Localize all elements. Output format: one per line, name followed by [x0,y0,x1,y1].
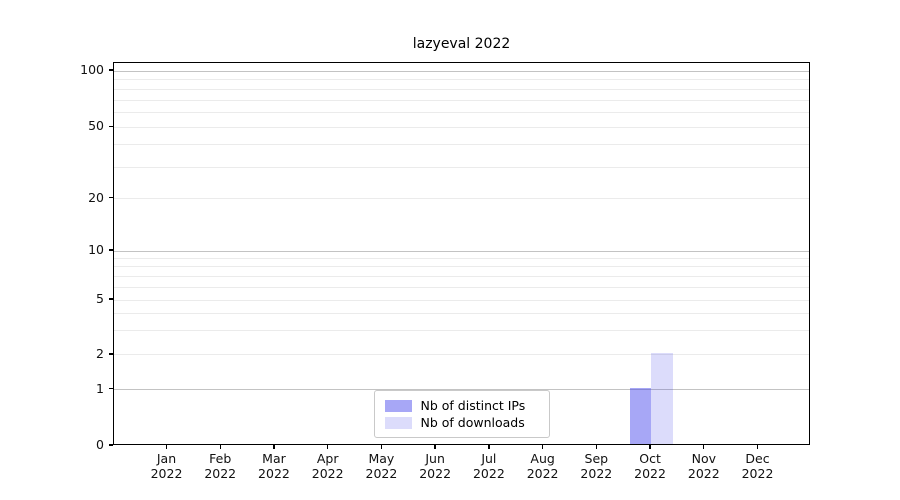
x-axis-tick-year: 2022 [526,466,559,481]
y-axis-tick-label: 5 [96,291,104,306]
x-axis-tick-mark [434,445,436,449]
y-gridline-minor [114,330,809,332]
y-axis-tick-mark [109,353,113,355]
x-axis-tick-mark [326,445,329,449]
legend-swatch-distinct-ips [384,399,412,412]
x-axis-tick-label: Dec 2022 [727,451,789,481]
x-axis-tick-mark [541,445,544,449]
y-gridline-minor [114,99,809,101]
x-axis-tick-label: Jul 2022 [458,451,520,481]
y-gridline [114,299,809,301]
x-axis-tick-year: 2022 [150,466,183,481]
x-axis-tick-year: 2022 [580,466,613,481]
x-axis-tick-year: 2022 [204,466,237,481]
y-gridline-minor [114,88,809,90]
x-axis-tick-mark [165,445,168,449]
y-axis-tick-mark [109,69,113,71]
y-axis-tick-label: 20 [88,189,104,205]
x-axis-tick-year: 2022 [311,466,344,481]
y-axis-tick-mark [109,298,113,300]
y-gridline [114,198,809,199]
y-axis-tick-label: 2 [96,345,104,361]
x-axis-tick-label: Oct 2022 [619,451,681,481]
plot-area [113,62,810,445]
y-gridline-minor [114,312,809,314]
x-axis-tick-label: Sep 2022 [565,451,627,481]
x-axis-tick-year: 2022 [258,466,290,481]
x-axis-tick-mark [756,445,759,449]
y-axis-tick-mark [109,196,113,199]
x-axis-tick-label: Feb 2022 [189,451,251,481]
y-gridline-minor [114,112,809,114]
x-axis-tick-year: 2022 [472,466,505,481]
y-axis-tick-label: 50 [88,118,104,134]
legend-entry: Nb of distinct IPs [384,398,539,413]
x-axis-tick-label: Aug 2022 [512,451,574,481]
x-axis-tick-mark [380,445,383,449]
chart-title: lazyeval 2022 [412,36,511,52]
y-axis-tick-label: 1 [96,380,104,396]
x-axis-tick-label: Mar 2022 [243,451,305,481]
y-axis-tick-label: 100 [80,62,104,77]
legend-swatch-downloads [384,416,412,429]
y-axis-tick-label: 10 [88,242,104,257]
y-axis-tick-mark [109,387,113,390]
chart-figure: lazyeval 2022 0 1 2 5 10 20 50 100 Jan 2022 Feb 202… [0,0,900,500]
y-axis-tick-label: 0 [96,437,104,452]
legend: Nb of distinct IPs Nb of downloads [373,390,550,438]
x-axis-tick-year: 2022 [634,466,666,481]
y-gridline-minor [114,286,809,288]
x-axis-tick-label: Jun 2022 [404,451,466,481]
y-gridline-minor [114,275,809,277]
y-gridline [114,354,809,356]
y-axis-tick-mark [109,125,113,128]
x-axis-tick-label: Jan 2022 [136,451,198,481]
x-axis-tick-label: Apr 2022 [297,451,359,481]
y-gridline [114,126,809,128]
x-axis-tick-mark [703,445,705,449]
y-gridline-minor [114,79,809,81]
x-axis-tick-year: 2022 [687,466,720,481]
legend-label: Nb of downloads [420,415,525,430]
x-axis-tick-mark [488,445,490,449]
y-axis-tick-mark [109,444,113,446]
bar-distinct-ips [629,387,652,444]
x-axis-tick-year: 2022 [741,466,774,481]
bar-downloads [651,353,673,444]
y-gridline-minor [114,258,809,260]
x-axis-tick-mark [273,445,275,449]
y-gridline-minor [114,144,809,146]
y-gridline-minor [114,166,809,168]
legend-label: Nb of distinct IPs [420,398,526,413]
legend-entry: Nb of downloads [384,415,539,430]
x-axis-tick-year: 2022 [419,466,452,481]
x-axis-tick-mark [649,445,651,449]
y-gridline [114,250,809,252]
x-axis-tick-label: Nov 2022 [673,451,735,481]
x-axis-tick-label: May 2022 [350,451,412,481]
y-axis-tick-mark [109,249,113,251]
x-axis-tick-mark [219,445,221,449]
x-axis-tick-year: 2022 [365,466,398,481]
x-axis-tick-mark [595,445,598,449]
y-gridline [114,70,809,72]
y-gridline-minor [114,266,809,268]
